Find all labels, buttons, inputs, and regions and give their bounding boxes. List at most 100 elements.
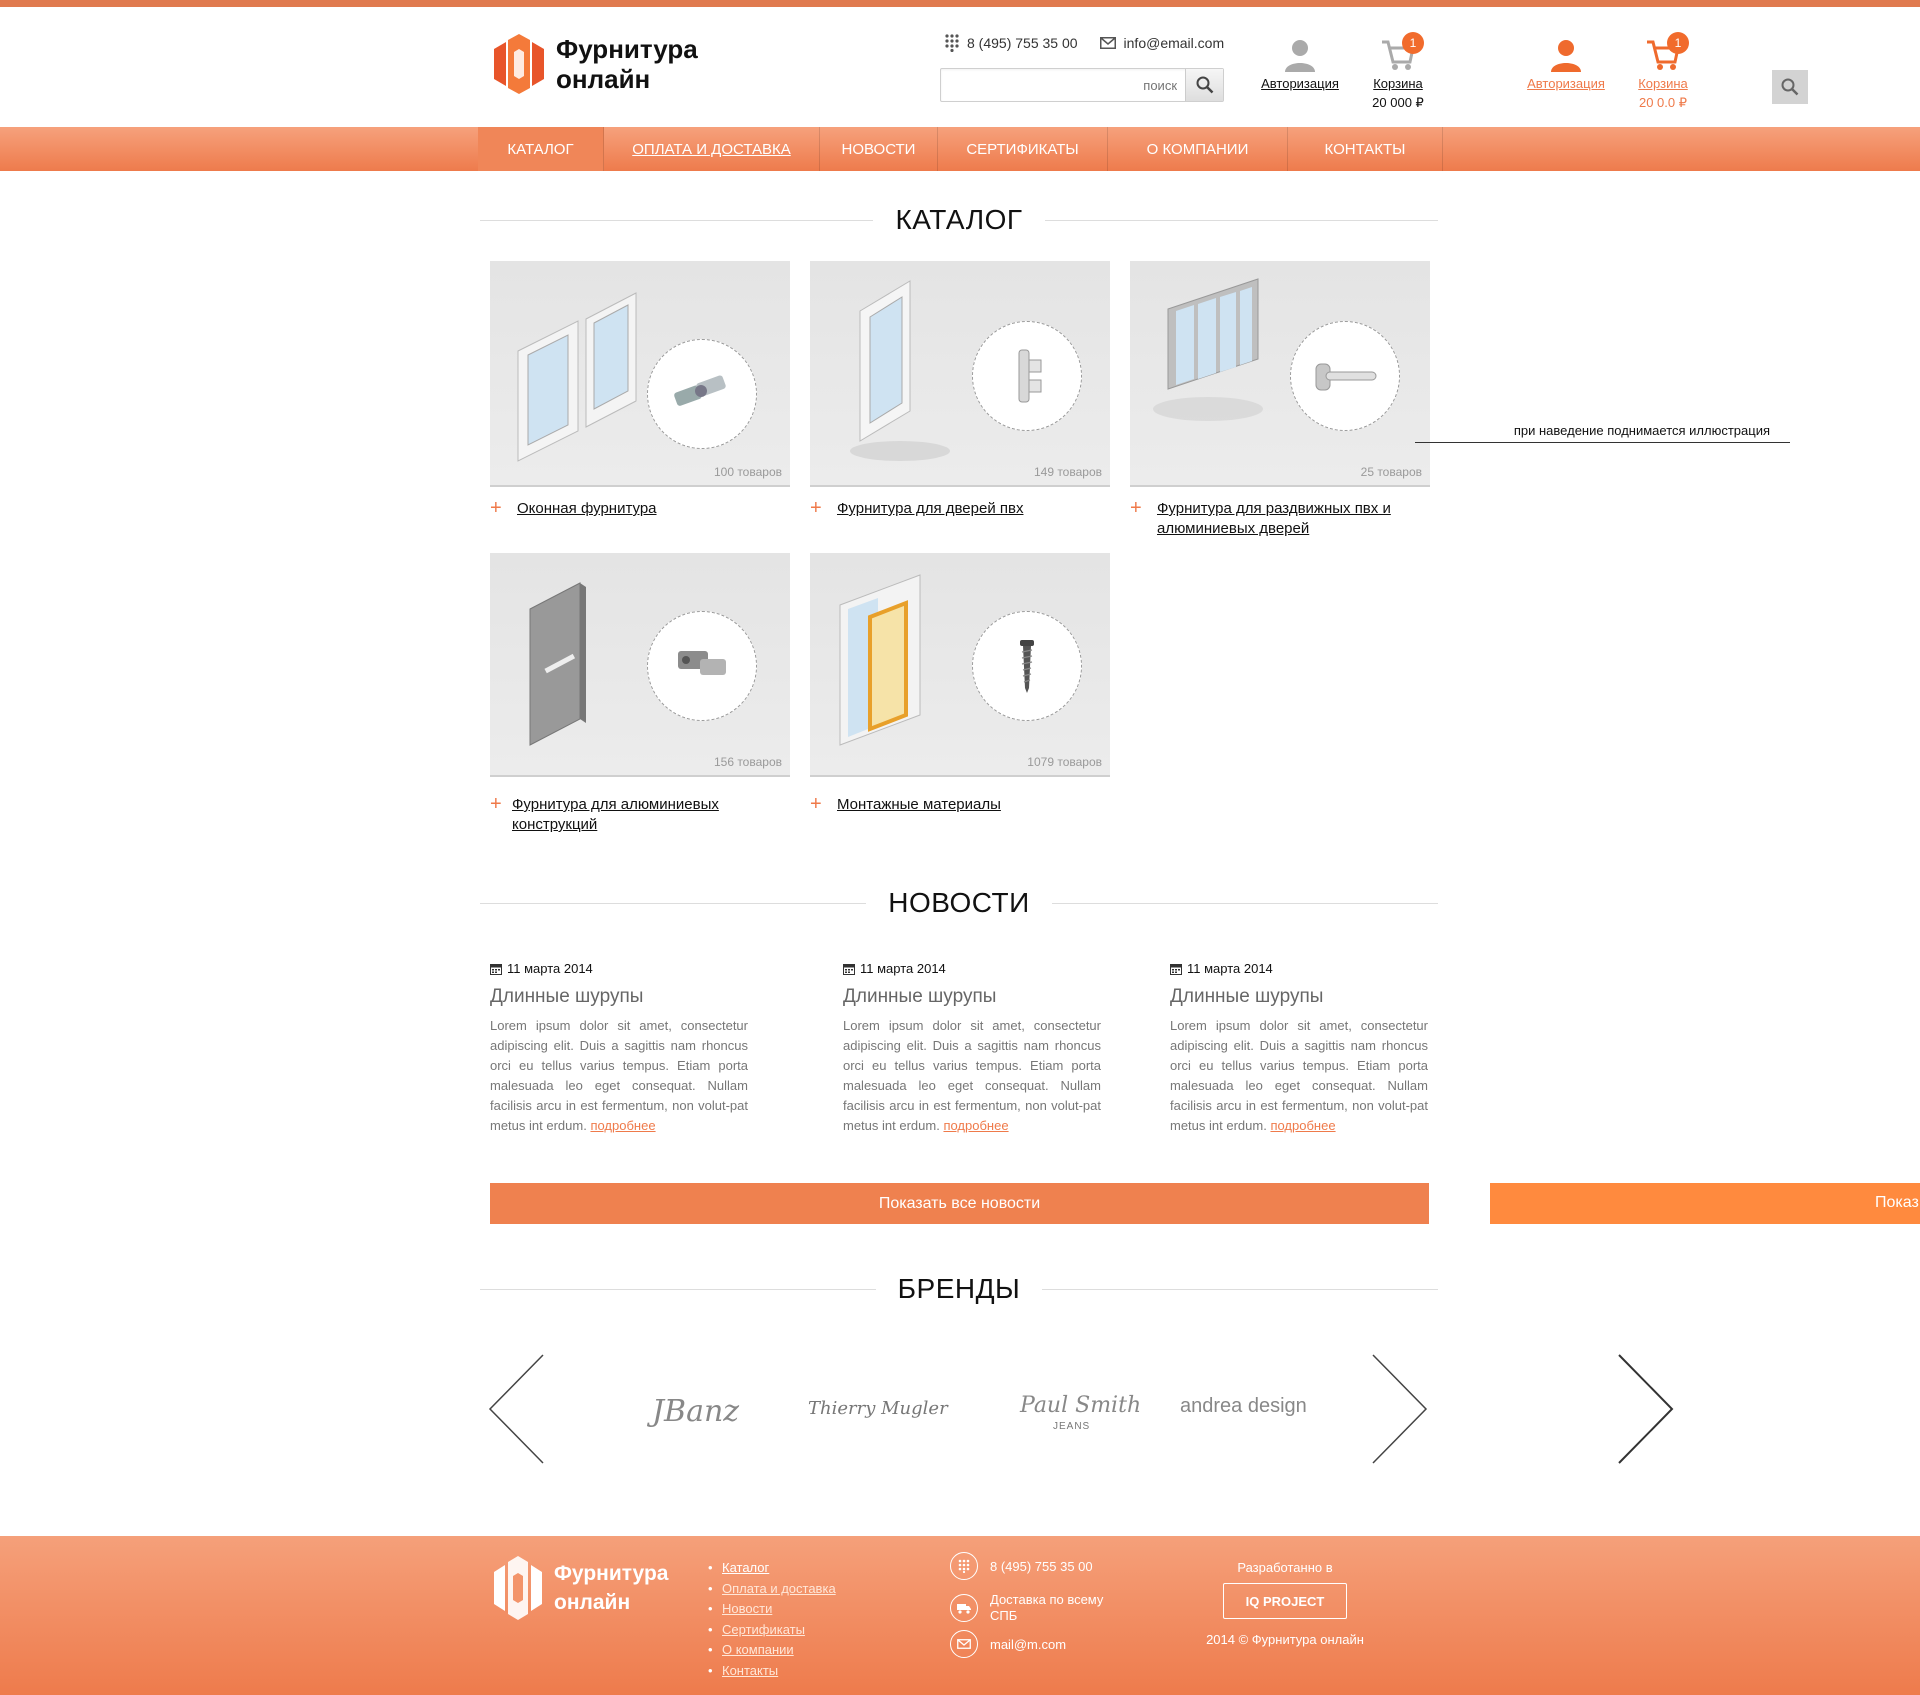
door-hinge-icon (1018, 349, 1042, 403)
show-all-news-button-hover[interactable]: Показ (1490, 1183, 1920, 1224)
catalog-section-title: КАТАЛОГ (480, 203, 1438, 237)
nav-item-news[interactable]: НОВОСТИ (820, 127, 938, 171)
cart-link-hover[interactable]: Корзина 20 0.0 ₽ 1 (1628, 32, 1698, 111)
catalog-card-mounting[interactable]: 1079 товаров + Монтажные материалы (810, 553, 1110, 815)
catalog-card-image: 25 товаров (1130, 261, 1430, 487)
cart-label-hover: Корзина (1638, 76, 1688, 91)
brand-logo-andrea-design[interactable]: andrea design (1180, 1395, 1307, 1418)
search-icon (1196, 76, 1213, 94)
site-logo[interactable]: Фурнитура онлайн (494, 34, 698, 94)
brand-logo-jbanz[interactable]: JBanz (652, 1394, 739, 1429)
catalog-card-title[interactable]: + Фурнитура для алюминиевых конструкций (490, 793, 790, 835)
aluminium-door-illustration (529, 582, 586, 746)
footer-phone: 8 (495) 755 35 00 (950, 1552, 1093, 1580)
catalog-card-image: 1079 товаров (810, 553, 1110, 777)
read-more-link[interactable]: подробнее (1270, 1118, 1335, 1133)
user-icon (1285, 40, 1315, 72)
site-footer: Фурнитура онлайн Каталог Оплата и достав… (0, 1536, 1920, 1695)
nav-item-catalog[interactable]: КАТАЛОГ (478, 127, 604, 171)
logo-icon (494, 1556, 542, 1620)
news-item: 11 марта 2014 Длинные шурупы Lorem ipsum… (843, 961, 1101, 1136)
screw-icon (1020, 640, 1034, 693)
catalog-card-title[interactable]: + Фурнитура для раздвижных пвх и алюминие… (1130, 497, 1430, 539)
plus-icon: + (490, 497, 502, 519)
hover-annotation: при наведение поднимается иллюстрация (1415, 423, 1790, 443)
frame-illustration (839, 574, 921, 746)
catalog-card-window[interactable]: 100 товаров + Оконная фурнитура (490, 261, 790, 519)
envelope-icon (950, 1630, 978, 1658)
catalog-card-title[interactable]: + Оконная фурнитура (490, 497, 790, 519)
product-count: 100 товаров (713, 465, 782, 479)
calendar-icon (490, 963, 502, 975)
cart-link[interactable]: Корзина 20 000 ₽ 1 (1363, 32, 1433, 111)
iq-project-logo[interactable]: IQ PROJECT (1223, 1583, 1347, 1619)
catalog-card-image: 100 товаров (490, 261, 790, 487)
brand-logo-paul-smith[interactable]: Paul Smith (1020, 1393, 1141, 1418)
auth-link-hover[interactable]: Авторизация (1520, 38, 1612, 91)
news-date: 11 марта 2014 (843, 961, 1101, 976)
carousel-next-icon-hover[interactable] (1616, 1353, 1676, 1465)
catalog-card-pvc-doors[interactable]: 149 товаров + Фурнитура для дверей пвх (810, 261, 1110, 519)
read-more-link[interactable]: подробнее (590, 1118, 655, 1133)
nav-item-contacts[interactable]: КОНТАКТЫ (1288, 127, 1443, 171)
news-title[interactable]: Длинные шурупы (490, 986, 748, 1008)
news-text: Lorem ipsum dolor sit amet, consectetur … (490, 1018, 748, 1133)
logo-text: Фурнитура онлайн (556, 34, 698, 94)
footer-link-contacts[interactable]: Контакты (708, 1661, 836, 1682)
phone-contact: 8 (495) 755 35 00 (945, 34, 1078, 52)
product-count: 156 товаров (713, 755, 782, 769)
news-date: 11 марта 2014 (490, 961, 748, 976)
product-count: 25 товаров (1360, 465, 1422, 479)
footer-logo-text: Фурнитура онлайн (554, 1562, 669, 1614)
sliding-door-illustration (1153, 278, 1263, 421)
plus-icon: + (810, 497, 822, 519)
news-item: 11 марта 2014 Длинные шурупы Lorem ipsum… (1170, 961, 1428, 1136)
footer-delivery: Доставка по всему СПБ (950, 1592, 1120, 1624)
news-title[interactable]: Длинные шурупы (1170, 986, 1428, 1008)
footer-logo[interactable]: Фурнитура онлайн (494, 1556, 668, 1620)
catalog-card-title[interactable]: + Монтажные материалы (810, 793, 1110, 815)
nav-item-about[interactable]: О КОМПАНИИ (1108, 127, 1288, 171)
product-circle (972, 321, 1082, 431)
email-address[interactable]: info@email.com (1124, 35, 1225, 51)
news-text: Lorem ipsum dolor sit amet, consectetur … (843, 1018, 1101, 1133)
auth-label-hover: Авторизация (1527, 76, 1605, 91)
footer-link-about[interactable]: О компании (708, 1640, 836, 1661)
footer-menu: Каталог Оплата и доставка Новости Сертиф… (708, 1558, 836, 1681)
plus-icon: + (490, 793, 502, 815)
footer-link-news[interactable]: Новости (708, 1599, 836, 1620)
plus-icon: + (1130, 497, 1142, 519)
news-title[interactable]: Длинные шурупы (843, 986, 1101, 1008)
cart-sum: 20 000 ₽ (1372, 95, 1424, 110)
catalog-card-aluminium[interactable]: 156 товаров + Фурнитура для алюминиевых к… (490, 553, 790, 835)
read-more-link[interactable]: подробнее (943, 1118, 1008, 1133)
auth-link[interactable]: Авторизация (1255, 38, 1345, 91)
door-illustration (850, 280, 950, 461)
handle-icon (1315, 363, 1377, 391)
search-button-hover[interactable] (1772, 70, 1808, 104)
search-button[interactable] (1185, 69, 1223, 101)
developer-credit: Разработанно в IQ PROJECT (1200, 1560, 1370, 1619)
brand-logo-thierry-mugler[interactable]: Thierry Mugler (808, 1398, 948, 1419)
catalog-card-sliding-doors[interactable]: 25 товаров + Фурнитура для раздвижных пвх… (1130, 261, 1430, 539)
carousel-next-icon[interactable] (1370, 1353, 1430, 1465)
nav-item-payment-delivery[interactable]: ОПЛАТА И ДОСТАВКА (604, 127, 820, 171)
search-box (940, 68, 1224, 102)
plus-icon: + (810, 793, 822, 815)
footer-link-payment[interactable]: Оплата и доставка (708, 1579, 836, 1600)
footer-link-certificates[interactable]: Сертификаты (708, 1620, 836, 1641)
logo-icon (494, 34, 544, 94)
catalog-card-title[interactable]: + Фурнитура для дверей пвх (810, 497, 1110, 519)
main-nav: КАТАЛОГ ОПЛАТА И ДОСТАВКА НОВОСТИ СЕРТИФ… (0, 127, 1920, 171)
footer-link-catalog[interactable]: Каталог (708, 1558, 836, 1579)
show-all-news-button[interactable]: Показать все новости (490, 1183, 1429, 1224)
phone-number: 8 (495) 755 35 00 (967, 35, 1078, 51)
email-contact[interactable]: info@email.com (1099, 35, 1225, 51)
envelope-icon (1099, 37, 1116, 49)
footer-email[interactable]: mail@m.com (950, 1630, 1066, 1658)
truck-icon (950, 1594, 978, 1622)
search-input[interactable] (941, 69, 1185, 101)
nav-item-certificates[interactable]: СЕРТИФИКАТЫ (938, 127, 1108, 171)
carousel-prev-icon[interactable] (487, 1353, 547, 1465)
product-circle (647, 339, 757, 449)
